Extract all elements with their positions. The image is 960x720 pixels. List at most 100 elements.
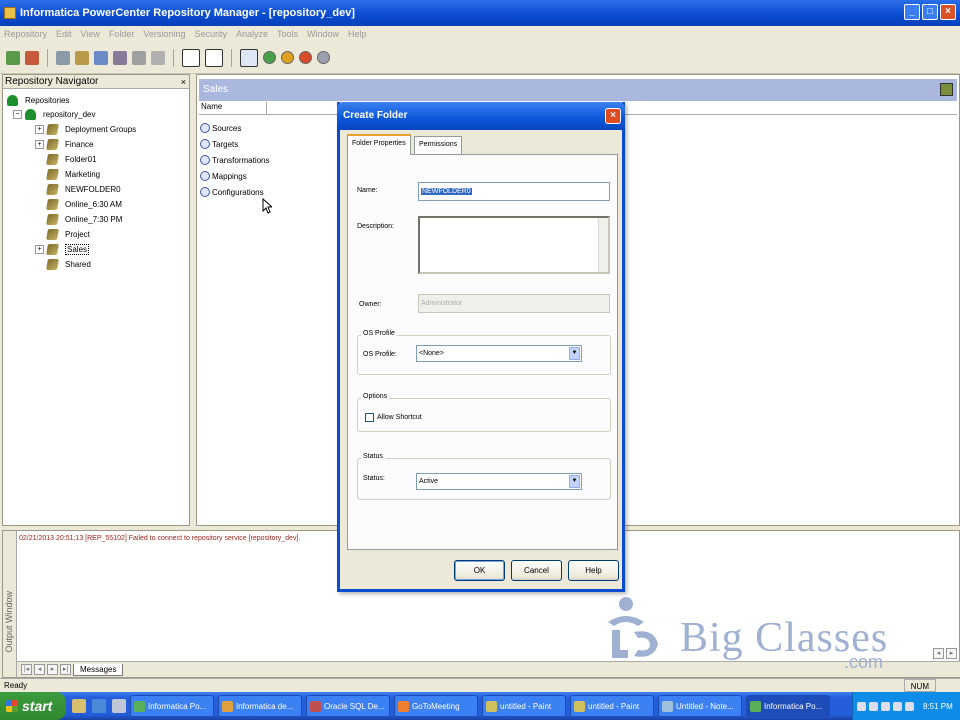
menu-repository[interactable]: Repository: [4, 29, 47, 39]
status-select[interactable]: Active ▼: [416, 473, 582, 490]
tree-item-sales[interactable]: + Sales: [35, 242, 90, 256]
connect-repo-icon[interactable]: [6, 50, 20, 65]
expand-icon[interactable]: +: [35, 139, 44, 149]
tab-messages[interactable]: Messages: [73, 663, 124, 676]
folder-icon: [46, 153, 59, 165]
task-oracle-sql[interactable]: Oracle SQL De...: [306, 695, 390, 717]
grey-status-icon[interactable]: [317, 51, 330, 64]
navigator-close-icon[interactable]: ×: [181, 75, 186, 89]
print-icon[interactable]: [113, 50, 127, 65]
collapse-icon[interactable]: −: [13, 109, 22, 119]
list-item-configurations[interactable]: Configurations: [200, 185, 264, 199]
description-field[interactable]: [418, 216, 610, 274]
last-tab-icon[interactable]: ▸|: [60, 664, 71, 675]
next-tab-icon[interactable]: ▸: [47, 664, 58, 675]
minimize-button[interactable]: _: [904, 4, 920, 20]
tray-icon[interactable]: [869, 701, 878, 711]
node-icon: [200, 155, 210, 165]
navigator-toggle-icon[interactable]: [182, 48, 200, 67]
task-paint-1[interactable]: untitled - Paint: [482, 695, 566, 717]
cancel-button[interactable]: Cancel: [511, 560, 562, 581]
tree-item-project[interactable]: Project: [46, 227, 90, 241]
description-scrollbar[interactable]: [598, 218, 608, 272]
tree-item-finance[interactable]: + Finance: [35, 137, 93, 151]
paste-icon[interactable]: [151, 50, 165, 65]
tree-item-newfolder0[interactable]: NEWFOLDER0: [46, 182, 121, 196]
task-informatica-po-1[interactable]: Informatica Po...: [130, 695, 214, 717]
help-button[interactable]: Help: [568, 560, 619, 581]
scroll-left-icon[interactable]: ◂: [933, 648, 944, 659]
tree-item-marketing[interactable]: Marketing: [46, 167, 101, 181]
menu-help[interactable]: Help: [348, 29, 367, 39]
task-notepad[interactable]: Untitled - Note...: [658, 695, 742, 717]
tree-item-shared[interactable]: Shared: [46, 257, 91, 271]
tree-item-folder01[interactable]: Folder01: [46, 152, 97, 166]
properties-icon[interactable]: [240, 48, 258, 67]
tree-root[interactable]: Repositories: [7, 93, 69, 107]
tree-repo-label: repository_dev: [43, 109, 96, 119]
scroll-right-icon[interactable]: ▸: [946, 648, 957, 659]
close-button[interactable]: ×: [940, 4, 956, 20]
output-toggle-icon[interactable]: [205, 48, 223, 67]
tab-permissions[interactable]: Permissions: [414, 136, 463, 154]
task-gotomeeting[interactable]: GoToMeeting: [394, 695, 478, 717]
tray-icon[interactable]: [905, 701, 914, 711]
folder-icon[interactable]: [75, 50, 89, 65]
node-icon: [200, 139, 210, 149]
tray-icon[interactable]: [881, 701, 890, 711]
menu-tools[interactable]: Tools: [277, 29, 298, 39]
menu-edit[interactable]: Edit: [56, 29, 72, 39]
task-informatica-po-2[interactable]: Informatica Po...: [746, 695, 830, 717]
dialog-close-button[interactable]: ×: [605, 108, 621, 124]
watermark: Big Classes .com: [598, 592, 898, 676]
expand-icon[interactable]: +: [35, 124, 44, 134]
list-item-transformations[interactable]: Transformations: [200, 153, 270, 167]
copy-icon[interactable]: [132, 50, 146, 65]
tray-icon[interactable]: [857, 701, 866, 711]
green-status-icon[interactable]: [263, 51, 276, 64]
task-label: untitled - Paint: [500, 701, 552, 711]
task-informatica-de[interactable]: Informatica de...: [218, 695, 302, 717]
menu-versioning[interactable]: Versioning: [143, 29, 185, 39]
browser-icon[interactable]: [92, 699, 106, 713]
name-column-header[interactable]: Name: [201, 102, 267, 114]
filter-icon[interactable]: [56, 50, 70, 65]
tree-item-online-730[interactable]: Online_7:30 PM: [46, 212, 122, 226]
task-paint-2[interactable]: untitled - Paint: [570, 695, 654, 717]
tab-folder-properties[interactable]: Folder Properties: [347, 134, 411, 155]
menu-view[interactable]: View: [81, 29, 100, 39]
folder-header-icon[interactable]: [940, 83, 953, 96]
folder-name-field[interactable]: NEWFOLDER0: [418, 182, 610, 201]
tree-item-deployment-groups[interactable]: + Deployment Groups: [35, 122, 136, 136]
chevron-down-icon[interactable]: ▼: [569, 475, 580, 488]
list-item-sources[interactable]: Sources: [200, 121, 241, 135]
maximize-button[interactable]: □: [922, 4, 938, 20]
find-icon[interactable]: [94, 50, 108, 65]
menu-security[interactable]: Security: [194, 29, 227, 39]
prev-tab-icon[interactable]: ◂: [34, 664, 45, 675]
first-tab-icon[interactable]: |◂: [21, 664, 32, 675]
chevron-down-icon[interactable]: ▼: [569, 347, 580, 360]
yellow-status-icon[interactable]: [281, 51, 294, 64]
os-profile-select[interactable]: <None> ▼: [416, 345, 582, 362]
tray-icon[interactable]: [893, 701, 902, 711]
list-item-targets[interactable]: Targets: [200, 137, 238, 151]
disconnect-repo-icon[interactable]: [25, 50, 39, 65]
show-desktop-icon[interactable]: [72, 699, 86, 713]
expand-icon[interactable]: +: [35, 244, 44, 254]
explorer-icon[interactable]: [112, 699, 126, 713]
start-button[interactable]: start: [0, 692, 66, 720]
menu-folder[interactable]: Folder: [109, 29, 135, 39]
tree-item-label: Project: [65, 229, 90, 239]
menu-window[interactable]: Window: [307, 29, 339, 39]
tree-repo[interactable]: − repository_dev: [13, 107, 95, 121]
tree-item-label: Marketing: [65, 169, 101, 179]
menu-analyze[interactable]: Analyze: [236, 29, 268, 39]
window-title: Informatica PowerCenter Repository Manag…: [20, 7, 355, 19]
description-label: Description:: [357, 223, 394, 230]
list-item-mappings[interactable]: Mappings: [200, 169, 247, 183]
tree-item-online-630[interactable]: Online_6:30 AM: [46, 197, 122, 211]
allow-shortcut-checkbox[interactable]: [365, 413, 374, 422]
ok-button[interactable]: OK: [454, 560, 505, 581]
red-status-icon[interactable]: [299, 51, 312, 64]
